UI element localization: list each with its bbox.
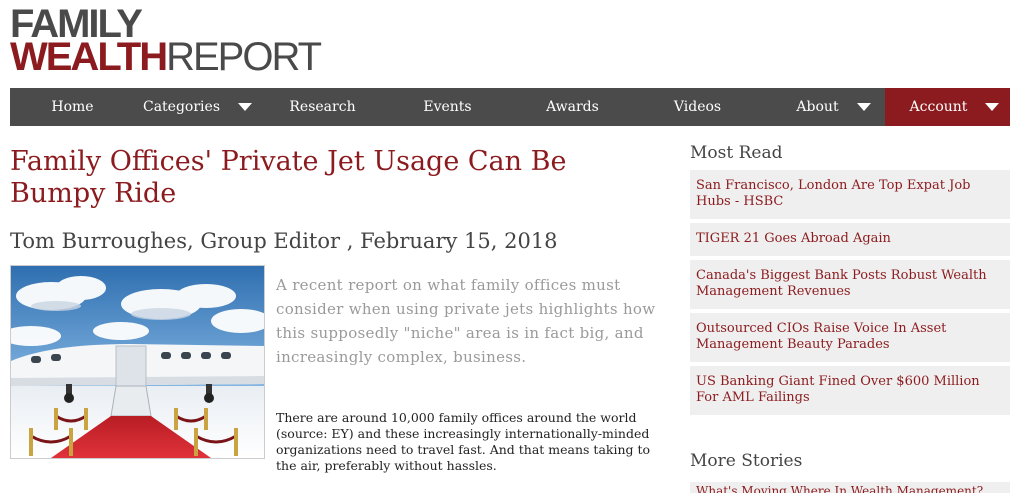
logo-line-wealthreport: WEALTHREPORT — [10, 37, 322, 77]
nav-label: Videos — [673, 99, 722, 115]
most-read-list: San Francisco, London Are Top Expat Job … — [690, 170, 1010, 419]
article-lead: A recent report on what family offices m… — [276, 276, 656, 366]
nav-label: Categories — [143, 99, 220, 115]
nav-label: Research — [289, 99, 356, 115]
article-image — [10, 265, 265, 459]
nav-item-research[interactable]: Research — [260, 88, 385, 126]
nav-item-awards[interactable]: Awards — [510, 88, 635, 126]
article-byline: Tom Burroughes, Group Editor , February … — [10, 229, 558, 253]
article-title: Family Offices' Private Jet Usage Can Be… — [10, 146, 567, 209]
most-read-item[interactable]: US Banking Giant Fined Over $600 Million… — [690, 366, 1010, 415]
most-read-item[interactable]: TIGER 21 Goes Abroad Again — [690, 223, 1010, 256]
nav-label: Home — [51, 99, 94, 115]
nav-item-categories[interactable]: Categories — [135, 88, 260, 126]
nav-label: About — [796, 99, 839, 115]
chevron-down-icon — [238, 103, 252, 111]
most-read-item[interactable]: Outsourced CIOs Raise Voice In Asset Man… — [690, 313, 1010, 362]
chevron-down-icon — [856, 103, 871, 111]
main-nav: Home Categories Research Events Awards V… — [10, 88, 1010, 126]
most-read-item[interactable]: San Francisco, London Are Top Expat Job … — [690, 170, 1010, 219]
chevron-down-icon — [985, 103, 1000, 111]
nav-label: Account — [909, 99, 968, 115]
article-body: There are around 10,000 family offices a… — [276, 410, 651, 473]
more-stories-item-label: What's Moving Where In Wealth Management… — [696, 484, 984, 493]
nav-item-home[interactable]: Home — [10, 88, 135, 126]
nav-item-videos[interactable]: Videos — [635, 88, 760, 126]
site-logo[interactable]: FAMILY WEALTHREPORT — [10, 4, 322, 77]
most-read-item[interactable]: Canada's Biggest Bank Posts Robust Wealt… — [690, 260, 1010, 309]
nav-label: Events — [423, 99, 472, 115]
more-stories-heading: More Stories — [690, 451, 803, 471]
logo-word-wealth: WEALTH — [10, 34, 168, 79]
logo-word-report: REPORT — [166, 34, 322, 79]
most-read-heading: Most Read — [690, 143, 783, 163]
nav-item-account[interactable]: Account — [885, 88, 1010, 126]
more-stories-item[interactable]: What's Moving Where In Wealth Management… — [690, 482, 1010, 493]
nav-item-events[interactable]: Events — [385, 88, 510, 126]
nav-label: Awards — [546, 99, 599, 115]
nav-item-about[interactable]: About — [760, 88, 885, 126]
